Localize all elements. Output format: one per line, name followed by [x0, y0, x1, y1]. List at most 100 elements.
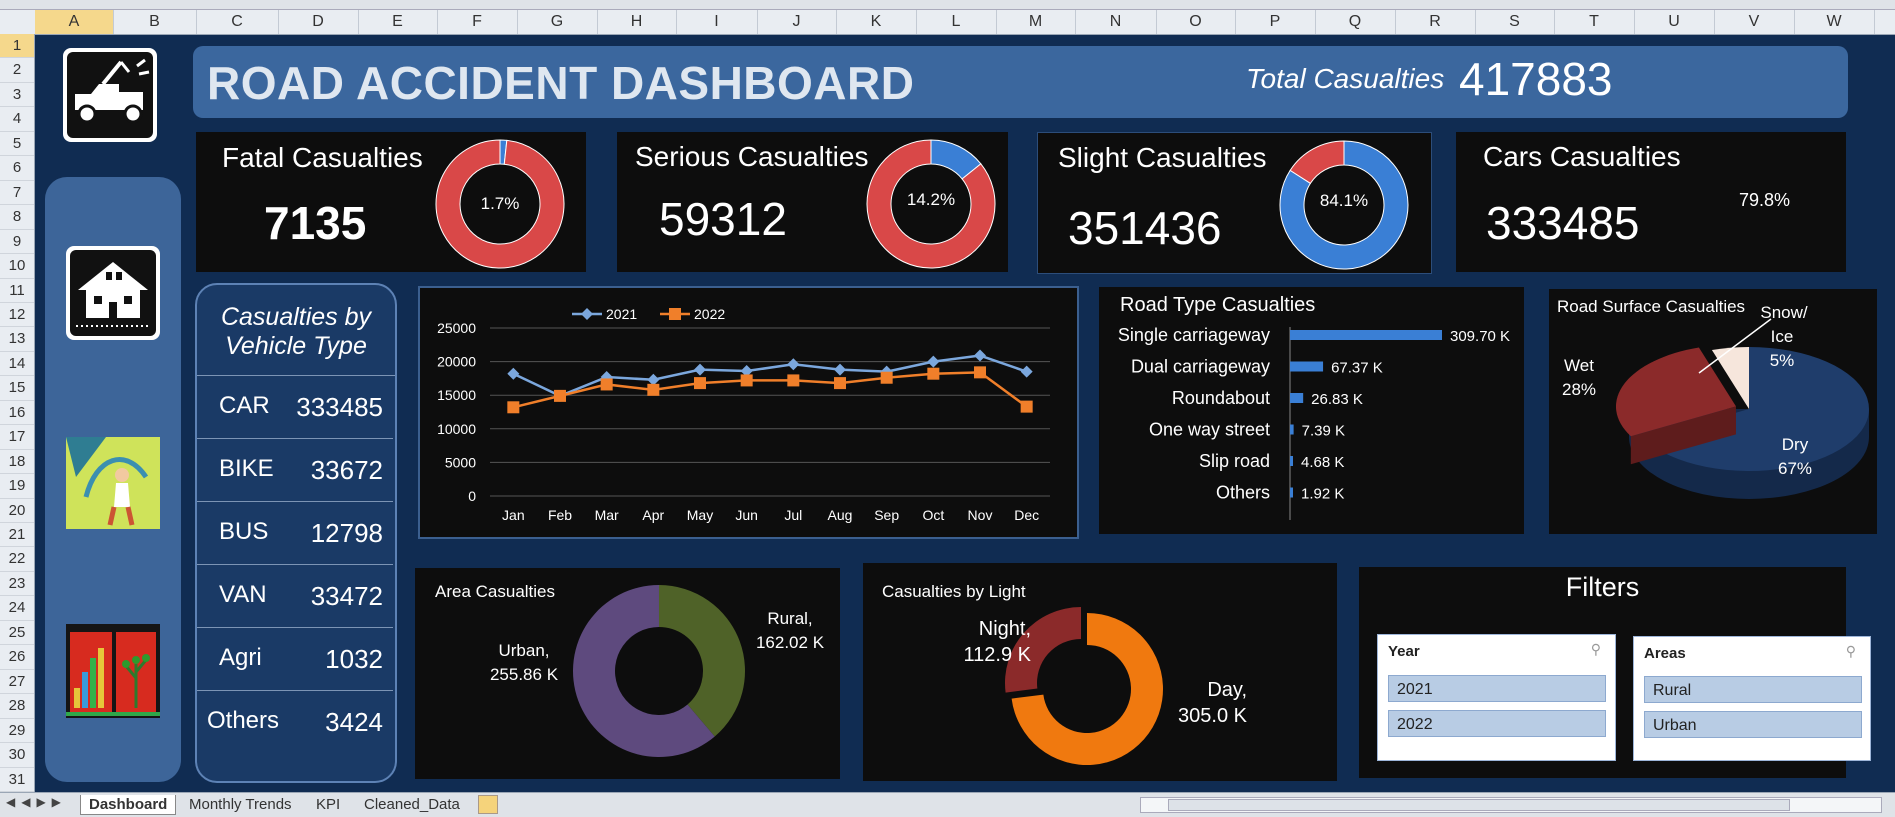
row-header[interactable]: 20 — [0, 499, 34, 524]
tab-kpi[interactable]: KPI — [308, 795, 348, 814]
row-header[interactable]: 12 — [0, 303, 34, 328]
data-label: 7.39 K — [1302, 423, 1345, 440]
row-header[interactable]: 9 — [0, 230, 34, 255]
data-point-2022 — [554, 389, 566, 402]
column-header[interactable]: W — [1794, 10, 1875, 34]
row-header[interactable]: 28 — [0, 694, 34, 719]
new-sheet-icon[interactable] — [478, 795, 498, 814]
tow-truck-icon[interactable] — [63, 48, 157, 142]
data-label: 309.70 K — [1450, 328, 1510, 345]
row-header[interactable]: 31 — [0, 768, 34, 792]
x-tick-label: Dec — [1014, 507, 1039, 523]
area-item-rural[interactable]: Rural — [1644, 676, 1862, 703]
vehicle-type-title-line2: Vehicle Type — [225, 332, 367, 360]
column-header[interactable]: J — [757, 10, 837, 34]
total-casualties-value: 417883 — [1459, 53, 1613, 105]
row-header[interactable]: 2 — [0, 58, 34, 83]
sheet-tab-bar: ◀◀▶▶ Dashboard Monthly Trends KPI Cleane… — [0, 792, 1895, 817]
row-header[interactable]: 26 — [0, 645, 34, 670]
row-header[interactable]: 17 — [0, 425, 34, 450]
column-header[interactable]: B — [113, 10, 197, 34]
light-chart-panel[interactable]: Casualties by Light Night, 112.9 K Day, 305… — [863, 563, 1337, 781]
row-header[interactable]: 18 — [0, 450, 34, 475]
row-header[interactable]: 1 — [0, 34, 34, 59]
column-header[interactable]: Q — [1315, 10, 1396, 34]
column-header[interactable]: C — [196, 10, 279, 34]
column-header[interactable]: G — [517, 10, 598, 34]
tab-dashboard[interactable]: Dashboard — [80, 795, 177, 815]
area-item-urban[interactable]: Urban — [1644, 711, 1862, 738]
road-surface-chart: Dry 67% Wet 28% Snow/Ice 5% — [1562, 303, 1869, 499]
row-header[interactable]: 8 — [0, 205, 34, 230]
light-chart-title: Casualties by Light — [882, 582, 1026, 601]
row-header[interactable]: 21 — [0, 523, 34, 548]
vehicle-row-agri: Agri 1032 — [197, 628, 393, 691]
filters-panel: Filters Year ⚲ 2021 2022 Areas ⚲ Rural U… — [1359, 567, 1871, 778]
data-point-2022 — [647, 383, 660, 396]
column-header[interactable]: M — [996, 10, 1076, 34]
row-header[interactable]: 13 — [0, 327, 34, 352]
pie-label: 28% — [1562, 380, 1596, 399]
row-header[interactable]: 29 — [0, 719, 34, 744]
column-header[interactable]: P — [1235, 10, 1316, 34]
scrollbar-thumb[interactable] — [1168, 799, 1790, 811]
vehicle-name: VAN — [219, 581, 267, 608]
column-header[interactable]: F — [437, 10, 518, 34]
column-header[interactable]: L — [916, 10, 997, 34]
year-item-2022[interactable]: 2022 — [1388, 710, 1606, 737]
row-header[interactable]: 5 — [0, 132, 34, 157]
data-label: 67.37 K — [1331, 360, 1383, 377]
column-header[interactable]: E — [358, 10, 438, 34]
road-worker-icon[interactable] — [66, 437, 160, 529]
pie-label: Dry — [1782, 435, 1809, 454]
row-header[interactable]: 11 — [0, 279, 34, 303]
row-header[interactable]: 15 — [0, 376, 34, 401]
row-header[interactable]: 16 — [0, 401, 34, 426]
row-header[interactable]: 3 — [0, 83, 34, 108]
column-header[interactable]: O — [1156, 10, 1236, 34]
row-header[interactable]: 6 — [0, 156, 34, 181]
chart-tree-icon[interactable] — [66, 624, 160, 718]
column-header[interactable]: I — [676, 10, 758, 34]
row-header[interactable]: 30 — [0, 743, 34, 768]
tab-nav-arrows[interactable]: ◀◀▶▶ — [6, 795, 67, 809]
row-header[interactable]: 25 — [0, 621, 34, 646]
row-header[interactable]: 4 — [0, 107, 34, 132]
row-header[interactable]: 19 — [0, 474, 34, 499]
data-point-2021 — [694, 363, 706, 376]
column-header[interactable]: R — [1395, 10, 1476, 34]
column-header[interactable]: U — [1634, 10, 1715, 34]
tab-monthly-trends[interactable]: Monthly Trends — [181, 795, 300, 814]
column-header[interactable]: A — [35, 10, 114, 34]
vehicle-type-panel: Casualties by Vehicle Type CAR 333485 BI… — [195, 283, 397, 783]
header-banner: ROAD ACCIDENT DASHBOARD Total Casualties… — [193, 46, 1848, 118]
column-header[interactable]: K — [836, 10, 917, 34]
column-header[interactable]: N — [1075, 10, 1157, 34]
row-header[interactable]: 14 — [0, 352, 34, 377]
column-header[interactable]: V — [1714, 10, 1795, 34]
road-surface-chart-panel[interactable]: Road Surface Casualties Dry 67% Wet 28% Snow… — [1549, 289, 1877, 534]
filter-clear-icon[interactable]: ⚲ — [1846, 643, 1856, 660]
x-tick-label: Jun — [735, 507, 758, 523]
row-header[interactable]: 24 — [0, 596, 34, 621]
filter-clear-icon[interactable]: ⚲ — [1591, 641, 1601, 658]
house-icon[interactable] — [66, 246, 160, 340]
year-item-2021[interactable]: 2021 — [1388, 675, 1606, 702]
column-header[interactable]: S — [1475, 10, 1555, 34]
area-chart-panel[interactable]: Area Casualties Urban, 255.86 K Rural, 162.… — [415, 568, 840, 779]
column-header[interactable]: T — [1554, 10, 1635, 34]
row-header[interactable]: 10 — [0, 254, 34, 279]
vehicle-name: BUS — [219, 518, 269, 545]
data-point-2021 — [927, 355, 940, 368]
row-header[interactable]: 22 — [0, 547, 34, 572]
row-header[interactable]: 7 — [0, 181, 34, 206]
tab-cleaned-data[interactable]: Cleaned_Data — [356, 795, 468, 814]
column-header[interactable]: H — [597, 10, 677, 34]
column-header[interactable]: D — [278, 10, 359, 34]
row-header[interactable]: 23 — [0, 572, 34, 597]
monthly-trend-chart-panel[interactable]: 25000 20000 15000 10000 5000 0 Jan Feb Mar Apr May… — [418, 286, 1079, 539]
donut-label: Day, — [1207, 679, 1247, 701]
road-type-chart-panel[interactable]: Road Type Casualties Single carriageway 3… — [1099, 287, 1524, 534]
row-header[interactable]: 27 — [0, 670, 34, 695]
bar — [1290, 456, 1293, 466]
